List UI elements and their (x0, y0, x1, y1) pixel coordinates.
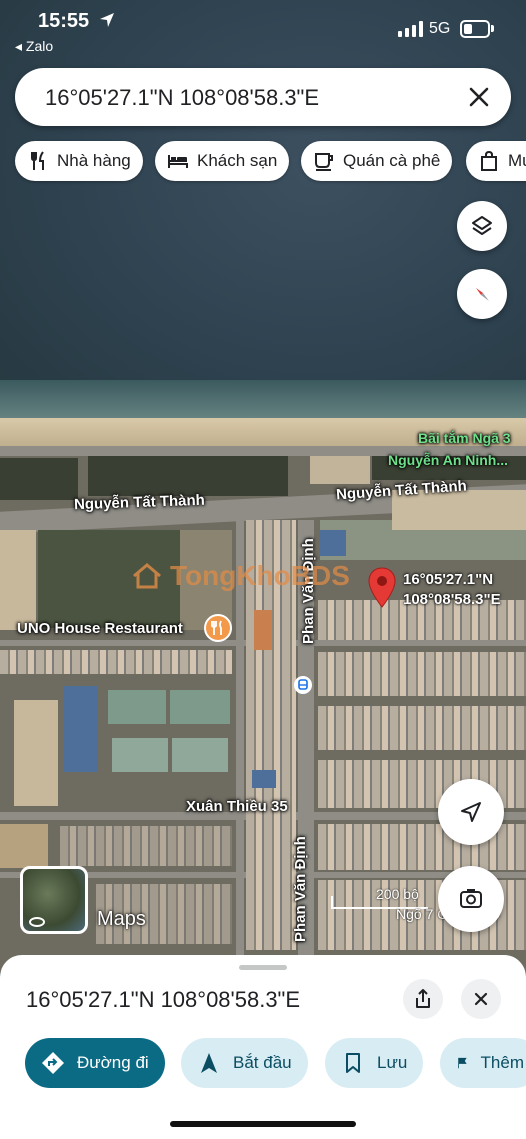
action-label: Lưu (377, 1053, 408, 1072)
watermark-text: TongKhoBDS (170, 560, 350, 591)
empty-lot (0, 530, 36, 630)
shopping-bag-icon (481, 150, 497, 171)
warehouse-roof (172, 738, 228, 772)
place-title: 16°05'27.1"N 108°08'58.3"E (26, 987, 301, 1012)
action-label: Đường đi (77, 1053, 149, 1072)
map-pin-icon[interactable] (367, 567, 397, 609)
close-icon (474, 992, 488, 1006)
roof (310, 456, 370, 484)
chip-restaurants[interactable]: Nhà hàng (15, 141, 143, 181)
building-row (0, 650, 232, 674)
status-bar: 15:55 ◂ Zalo 5G (0, 0, 526, 60)
start-button[interactable]: Bắt đầu (181, 1038, 308, 1088)
street-label: Phan Văn Định (292, 836, 309, 942)
location-arrow-icon (99, 13, 114, 27)
my-location-button[interactable] (438, 779, 504, 845)
restaurant-label[interactable]: UNO House Restaurant (17, 620, 183, 637)
battery-icon (460, 20, 490, 38)
pin-longitude: 108°08'58.3"E (403, 591, 501, 608)
clock: 15:55 (38, 10, 115, 33)
directions-button[interactable]: Đường đi (25, 1038, 165, 1088)
roof (252, 770, 276, 788)
add-label-button[interactable]: Thêm (440, 1038, 526, 1088)
watermark: TongKhoBDS (132, 560, 350, 592)
warehouse-roof (170, 690, 230, 724)
roof (254, 610, 272, 650)
chip-shopping[interactable]: Mu (466, 141, 526, 181)
compass-button[interactable] (457, 269, 507, 319)
poi-beach-label[interactable]: Bãi tắm Ngã 3 (418, 430, 511, 446)
layers-button[interactable] (457, 201, 507, 251)
bus-stop-icon[interactable] (294, 676, 312, 694)
location-arrow-icon (461, 802, 481, 822)
restaurant-icon (31, 151, 44, 170)
house-logo-icon (133, 563, 161, 589)
navigation-arrow-icon (201, 1053, 217, 1073)
chip-coffee[interactable]: Quán cà phê (301, 141, 453, 181)
building-row (60, 826, 232, 866)
roof (320, 530, 346, 556)
tree-belt (0, 458, 78, 500)
chip-label: Quán cà phê (343, 151, 441, 170)
street-view-thumbnail[interactable] (20, 866, 88, 934)
bookmark-icon (346, 1053, 360, 1073)
street-view-icon (29, 917, 45, 927)
home-indicator (170, 1121, 356, 1127)
layers-icon (472, 216, 492, 235)
pin-latitude: 16°05'27.1"N (403, 571, 494, 588)
empty-lot (14, 700, 58, 806)
search-bar[interactable]: 16°05'27.1"N 108°08'58.3"E (15, 68, 511, 126)
close-icon[interactable] (463, 81, 495, 113)
warehouse-roof (108, 690, 166, 724)
scale-label: 200 bộ (376, 886, 419, 902)
battery-tip (491, 25, 494, 32)
back-to-app-link[interactable]: ◂ Zalo (15, 38, 53, 55)
warehouse-roof (112, 738, 168, 772)
building-row (318, 706, 526, 750)
place-bottom-sheet[interactable]: 16°05'27.1"N 108°08'58.3"E Đường đi Bắt … (0, 955, 526, 1139)
warehouse-roof (64, 686, 98, 772)
maps-brand-label: Maps (97, 908, 146, 930)
sheet-drag-handle[interactable] (239, 965, 287, 970)
signal-icon (398, 21, 423, 37)
camera-lens-icon (460, 889, 482, 908)
directions-icon (42, 1052, 64, 1074)
chip-label: Nhà hàng (57, 151, 131, 170)
search-input[interactable]: 16°05'27.1"N 108°08'58.3"E (45, 85, 319, 111)
action-label: Thêm (480, 1053, 524, 1072)
empty-lot (0, 824, 48, 868)
hotel-bed-icon (168, 155, 188, 168)
compass-icon (476, 288, 489, 301)
share-button[interactable] (403, 979, 443, 1019)
chip-hotels[interactable]: Khách sạn (155, 141, 290, 181)
action-label: Bắt đầu (233, 1053, 292, 1072)
lens-button[interactable] (438, 866, 504, 932)
clock-text: 15:55 (38, 10, 90, 32)
network-type: 5G (429, 20, 451, 37)
share-icon (416, 989, 430, 1008)
pin-coordinates-label: 16°05'27.1"N 108°08'58.3"E (403, 570, 501, 610)
save-button[interactable]: Lưu (325, 1038, 424, 1088)
building-row (318, 652, 526, 696)
chip-label: Mu (508, 151, 526, 170)
close-sheet-button[interactable] (461, 979, 501, 1019)
flag-icon (458, 1057, 467, 1069)
tree-belt (88, 456, 288, 496)
coffee-cup-icon (315, 153, 333, 171)
sea-area (0, 0, 526, 420)
poi-beach-label-2[interactable]: Nguyễn An Ninh... (388, 452, 508, 468)
street-label: Xuân Thiều 35 (186, 798, 288, 815)
chip-label: Khách sạn (197, 151, 278, 170)
restaurant-icon[interactable] (204, 614, 232, 642)
